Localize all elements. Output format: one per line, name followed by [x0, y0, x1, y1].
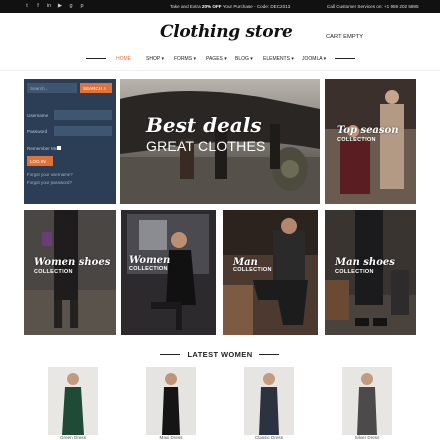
promo-discount: 20% OFF: [201, 4, 222, 9]
store-logo[interactable]: Clothing store: [160, 22, 293, 42]
top-season-banner[interactable]: Top season COLLECTION: [325, 79, 416, 204]
product-card-silver-dress[interactable]: [342, 367, 392, 435]
linkedin-icon[interactable]: in: [46, 3, 52, 9]
social-links: t f in ▶ g p: [24, 3, 85, 9]
product-image: [342, 367, 392, 435]
product-image: [48, 367, 98, 435]
product-card-maxi-dress[interactable]: [146, 367, 196, 435]
promo-suffix: Your Purchase - Code: DEC2013: [221, 4, 291, 9]
password-field[interactable]: [54, 126, 112, 136]
pinterest-icon[interactable]: p: [79, 3, 85, 9]
nav-item-elements[interactable]: ELEMENTS ▾: [263, 56, 294, 62]
nav-divider-right: [335, 58, 355, 59]
facebook-icon[interactable]: f: [35, 3, 41, 9]
google-plus-icon[interactable]: g: [68, 3, 74, 9]
username-field[interactable]: [54, 110, 112, 120]
product-image: [146, 367, 196, 435]
product-image: [244, 367, 294, 435]
product-name[interactable]: Green Dress: [43, 435, 103, 440]
youtube-icon[interactable]: ▶: [57, 3, 63, 9]
promo-text: Take and Extra 20% OFF Your Purchase - C…: [170, 4, 290, 9]
remember-checkbox[interactable]: [57, 146, 61, 150]
women-banner[interactable]: Women COLLECTION: [121, 210, 216, 335]
nav-item-forms[interactable]: FORMS ▾: [174, 56, 196, 62]
product-name[interactable]: Silver Dress: [337, 435, 397, 440]
hero-subtitle: GREAT CLOTHES: [146, 138, 266, 154]
promo-prefix: Take and Extra: [170, 4, 202, 9]
search-input[interactable]: Search...: [27, 83, 77, 93]
twitter-icon[interactable]: t: [24, 3, 30, 9]
women-shoes-title: Women shoes: [34, 257, 111, 268]
product-name[interactable]: Classic Dress: [239, 435, 299, 440]
nav-item-pages[interactable]: PAGES ▾: [206, 56, 227, 62]
latest-women-heading: LATEST WOMEN: [187, 350, 253, 359]
top-bar: t f in ▶ g p Take and Extra 20% OFF Your…: [0, 0, 440, 13]
search-button-label: SEARCH: [83, 85, 103, 91]
nav-item-home[interactable]: HOME: [116, 56, 131, 62]
remember-label: Remember Me: [27, 146, 58, 151]
cart-status[interactable]: CART EMPTY: [326, 34, 363, 40]
hero-banner[interactable]: Best deals GREAT CLOTHES: [120, 79, 320, 204]
username-label: Username: [27, 113, 49, 118]
man-shoes-banner[interactable]: Man shoes COLLECTION: [325, 210, 416, 335]
customer-service-text: Call Customer Services on: +1 959 202 58…: [327, 4, 419, 9]
nav-item-shop[interactable]: SHOP ▾: [146, 56, 164, 62]
forgot-password-link[interactable]: Forgot your password?: [27, 180, 72, 185]
latest-divider-right: [259, 354, 279, 355]
top-season-title: Top season: [337, 125, 399, 136]
women-title: Women: [129, 255, 171, 266]
man-shoes-title: Man shoes: [335, 257, 395, 268]
nav-item-joomla[interactable]: JOOMLA ▾: [302, 56, 326, 62]
nav-divider-left: [86, 58, 106, 59]
man-subtitle: COLLECTION: [233, 267, 272, 273]
login-panel: Search... SEARCH ⌕ Username Password Rem…: [24, 79, 116, 204]
man-banner[interactable]: Man COLLECTION: [223, 210, 318, 335]
forgot-username-link[interactable]: Forgot your username?: [27, 172, 73, 177]
main-nav: HOME SHOP ▾ FORMS ▾ PAGES ▾ BLOG ▾ ELEME…: [0, 52, 440, 66]
password-label: Password: [27, 129, 48, 134]
product-card-classic-dress[interactable]: [244, 367, 294, 435]
product-card-green-dress[interactable]: [48, 367, 98, 435]
women-shoes-subtitle: COLLECTION: [34, 269, 73, 275]
product-name[interactable]: Maxi Dress: [141, 435, 201, 440]
nav-item-blog[interactable]: BLOG ▾: [235, 56, 253, 62]
search-button[interactable]: SEARCH ⌕: [80, 83, 112, 93]
man-shoes-subtitle: COLLECTION: [335, 269, 374, 275]
search-icon: ⌕: [103, 85, 107, 91]
login-button[interactable]: LOG IN: [27, 156, 53, 166]
hero-title: Best deals: [146, 113, 262, 137]
women-subtitle: COLLECTION: [129, 266, 168, 272]
header-divider: [0, 70, 440, 71]
women-image: [121, 210, 216, 335]
women-shoes-banner[interactable]: Women shoes COLLECTION: [24, 210, 116, 335]
top-season-subtitle: COLLECTION: [337, 137, 376, 143]
